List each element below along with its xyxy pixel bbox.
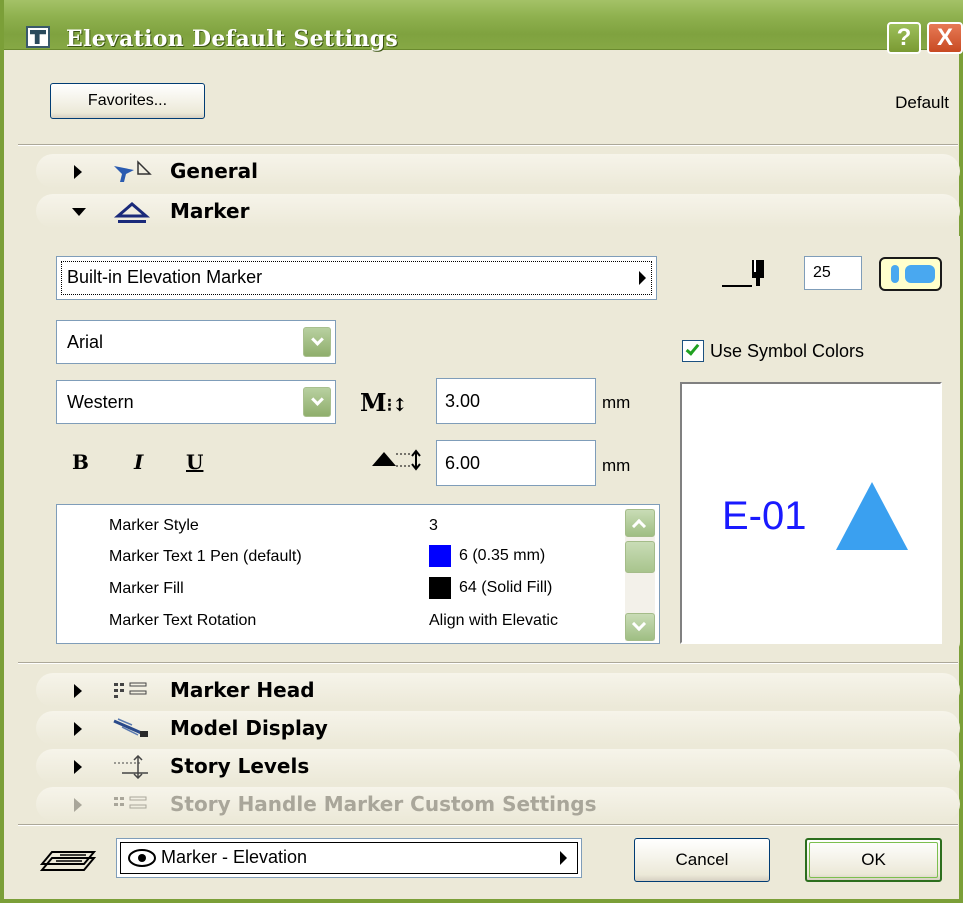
ok-button[interactable]: OK [805, 838, 942, 882]
text-size-field[interactable]: 3.00 [436, 378, 596, 424]
panel-marker[interactable]: Marker [36, 194, 960, 228]
general-panel-icon [114, 160, 152, 182]
expand-icon [74, 798, 82, 812]
pen-icon [722, 260, 764, 287]
panel-model-display[interactable]: Model Display [36, 711, 960, 745]
submenu-arrow-icon [639, 271, 646, 285]
close-button[interactable]: X [927, 22, 963, 54]
pen-toggle-button[interactable] [879, 257, 942, 291]
marker-panel-icon [113, 202, 151, 223]
scroll-up-icon[interactable] [625, 509, 655, 537]
param-value[interactable]: 3 [429, 517, 438, 545]
marker-head-icon [114, 682, 147, 698]
story-handle-icon [114, 796, 147, 809]
marker-size-icon [372, 449, 421, 471]
scroll-down-icon[interactable] [625, 613, 655, 641]
expand-icon[interactable] [74, 722, 82, 736]
panel-marker-head-label: Marker Head [170, 678, 315, 702]
param-name[interactable]: Marker Text Rotation [109, 612, 256, 640]
panel-story-handle-label: Story Handle Marker Custom Settings [170, 792, 597, 816]
title-bar[interactable]: Elevation Default Settings ? X [4, 0, 963, 54]
text-size-unit: mm [602, 393, 631, 412]
script-value: Western [67, 392, 134, 412]
layers-icon [40, 851, 97, 871]
param-name[interactable]: Marker Text 1 Pen (default) [109, 548, 302, 576]
pen-number-field[interactable]: 25 [804, 256, 862, 290]
divider [18, 144, 958, 146]
divider [18, 662, 958, 664]
param-value-row[interactable]: 6 (0.35 mm) [429, 545, 545, 573]
marker-preview: E-01 [680, 382, 942, 644]
layer-dropdown[interactable]: Marker - Elevation [116, 838, 582, 878]
pen-color-swatch [429, 545, 451, 567]
param-value[interactable]: Align with Elevatic [429, 612, 558, 640]
expand-icon[interactable] [74, 165, 82, 179]
expand-icon[interactable] [74, 684, 82, 698]
dialog-window: Elevation Default Settings ? X Favorites… [0, 0, 963, 903]
fill-swatch [429, 577, 451, 599]
panel-model-display-label: Model Display [170, 716, 328, 740]
panel-general[interactable]: General [36, 154, 960, 188]
param-name[interactable]: Marker Fill [109, 580, 184, 608]
model-display-icon [113, 718, 148, 737]
text-size-icon: M⁝↕ [360, 388, 408, 417]
bold-button[interactable]: B [72, 450, 89, 474]
scroll-thumb[interactable] [625, 541, 655, 573]
submenu-arrow-icon [560, 851, 567, 865]
help-button[interactable]: ? [887, 22, 921, 54]
panel-marker-label: Marker [170, 199, 250, 223]
marker-size-field[interactable]: 6.00 [436, 440, 596, 486]
param-value: 64 (Solid Fill) [459, 579, 553, 597]
italic-button[interactable]: I [134, 450, 143, 474]
marker-type-value: Built-in Elevation Marker [67, 267, 263, 287]
panel-marker-head[interactable]: Marker Head [36, 673, 960, 707]
divider [18, 824, 958, 826]
layer-value: Marker - Elevation [161, 847, 308, 867]
panel-general-label: General [170, 159, 258, 183]
parameter-list[interactable]: Marker Style 3 Marker Text 1 Pen (defaul… [56, 504, 660, 644]
use-symbol-colors-checkbox[interactable] [682, 340, 704, 362]
story-levels-icon [114, 755, 148, 779]
favorites-button[interactable]: Favorites... [50, 83, 205, 119]
chevron-down-icon[interactable] [303, 327, 331, 357]
marker-size-value: 6.00 [445, 453, 481, 473]
expand-icon[interactable] [74, 760, 82, 774]
panel-story-levels[interactable]: Story Levels [36, 749, 960, 783]
panel-story-handle: Story Handle Marker Custom Settings [36, 787, 960, 821]
collapse-icon[interactable] [72, 208, 86, 216]
chevron-down-icon[interactable] [303, 387, 331, 417]
underline-button[interactable]: U [186, 450, 203, 474]
script-select[interactable]: Western [56, 380, 336, 424]
app-icon [26, 26, 50, 48]
panel-story-levels-label: Story Levels [170, 754, 310, 778]
cancel-button[interactable]: Cancel [634, 838, 770, 882]
font-value: Arial [67, 332, 104, 352]
marker-type-dropdown[interactable]: Built-in Elevation Marker [56, 256, 657, 300]
param-value: 6 (0.35 mm) [459, 547, 546, 565]
preview-marker-code: E-01 [722, 494, 807, 538]
list-scrollbar[interactable] [625, 509, 655, 641]
use-symbol-colors-label: Use Symbol Colors [710, 341, 865, 361]
preview-triangle-icon [836, 482, 908, 550]
default-label: Default [895, 93, 949, 112]
marker-size-unit: mm [602, 456, 631, 475]
param-name[interactable]: Marker Style [109, 517, 199, 545]
eye-icon [128, 849, 156, 867]
pen-number-value: 25 [813, 264, 831, 281]
text-size-value: 3.00 [445, 391, 481, 411]
param-value-row[interactable]: 64 (Solid Fill) [429, 577, 552, 605]
window-title: Elevation Default Settings [66, 26, 399, 52]
font-select[interactable]: Arial [56, 320, 336, 364]
